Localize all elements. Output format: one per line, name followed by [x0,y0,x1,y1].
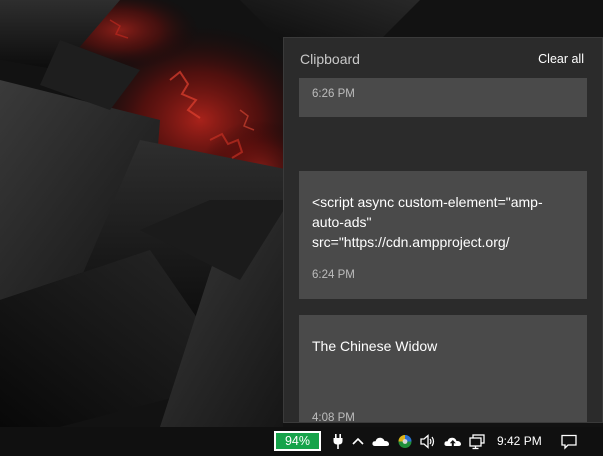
clipboard-item[interactable]: The Chinese Widow 4:08 PM [299,315,587,423]
clipboard-item[interactable]: 6:26 PM [299,78,587,117]
chevron-up-icon[interactable] [349,433,367,450]
clipboard-item-text: <script async custom-element="amp-auto-a… [312,194,543,250]
clipboard-item[interactable]: <script async custom-element="amp-auto-a… [299,171,587,299]
clear-all-button[interactable]: Clear all [538,52,584,66]
onedrive-cloud-icon[interactable] [371,433,390,450]
cloud-upload-icon[interactable] [443,433,462,450]
clipboard-item-text: The Chinese Widow [312,338,438,354]
notification-icon[interactable] [560,433,578,450]
network-icon[interactable] [468,433,486,450]
clipboard-item-time: 6:24 PM [312,269,355,281]
battery-percent-indicator[interactable]: 94% [274,431,321,451]
clipboard-header: Clipboard Clear all [284,38,602,82]
clipboard-panel: Clipboard Clear all 6:26 PM <script asyn… [283,37,603,423]
clipboard-item-time: 6:26 PM [312,88,355,100]
clipboard-title: Clipboard [300,51,360,67]
taskbar-clock[interactable]: 9:42 PM [497,434,542,448]
speaker-icon[interactable] [419,433,437,450]
colorful-app-icon[interactable] [396,433,414,450]
taskbar: 94% 9:42 PM [0,427,603,456]
power-plug-icon[interactable] [329,433,347,450]
clipboard-item-time: 4:08 PM [312,412,355,423]
